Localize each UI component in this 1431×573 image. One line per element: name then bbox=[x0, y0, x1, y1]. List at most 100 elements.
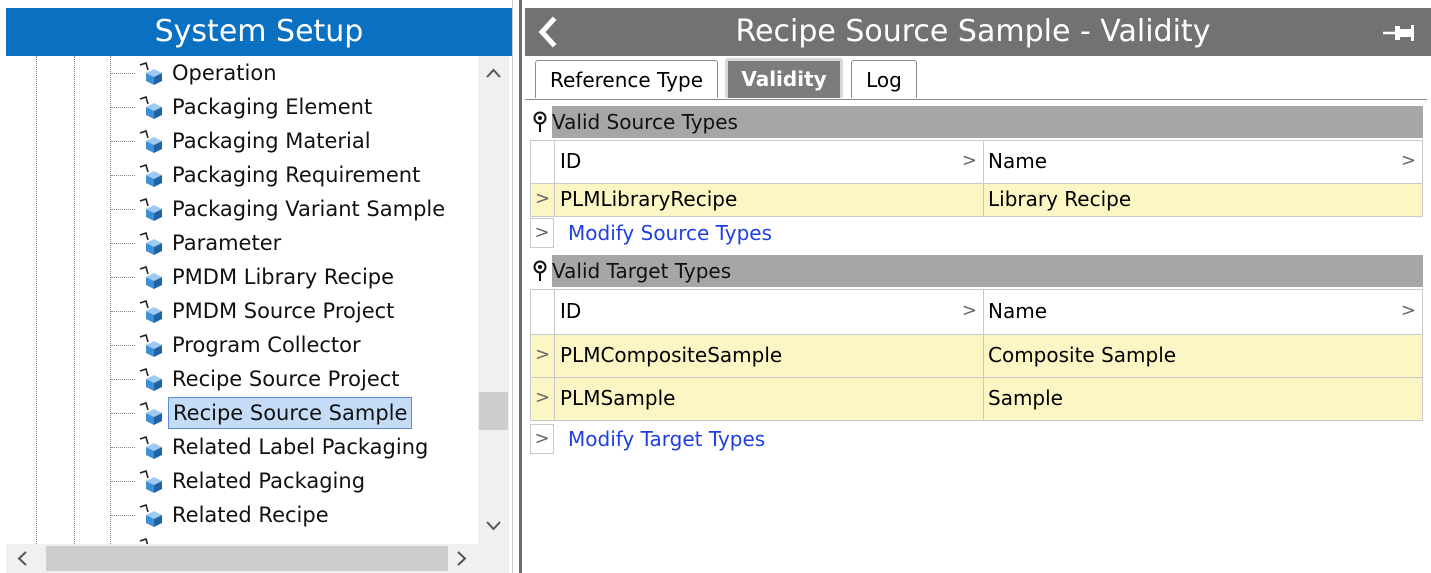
cube-icon bbox=[139, 368, 162, 391]
tree-item[interactable]: PMDM Source Project bbox=[6, 294, 478, 328]
tree-item-label: PMDM Library Recipe bbox=[172, 265, 395, 289]
tree-vertical-scrollbar[interactable] bbox=[478, 56, 509, 544]
column-header-id-label: ID bbox=[560, 299, 582, 323]
tree-connector bbox=[111, 311, 135, 312]
app-root: System Setup Operation Packaging Element… bbox=[0, 0, 1431, 573]
scrollbar-corner bbox=[478, 544, 509, 573]
scroll-right-icon[interactable] bbox=[446, 544, 476, 573]
scroll-up-icon[interactable] bbox=[478, 58, 509, 88]
row-expand-chevron-icon[interactable]: > bbox=[531, 378, 555, 420]
tree-connector bbox=[111, 277, 135, 278]
cell-name: Sample bbox=[988, 386, 1063, 410]
setup-tree[interactable]: Operation Packaging Element Packaging Ma… bbox=[6, 56, 478, 544]
cube-icon bbox=[139, 164, 162, 187]
tree-item-label: Recipe Source Sample bbox=[168, 397, 413, 429]
cube-icon bbox=[139, 232, 162, 255]
target-types-column-header: ID > Name > bbox=[530, 289, 1423, 335]
table-row[interactable]: > PLMSample Sample bbox=[530, 377, 1423, 421]
cube-icon bbox=[139, 470, 162, 493]
tree-item-label: Related Packaging bbox=[172, 469, 366, 493]
tree-item[interactable]: Packaging Material bbox=[6, 124, 478, 158]
pin-icon[interactable] bbox=[1381, 22, 1417, 44]
tree-item[interactable]: Packaging Element bbox=[6, 90, 478, 124]
detail-header: Recipe Source Sample - Validity bbox=[525, 8, 1431, 56]
tree-item[interactable]: Recipe Source Project bbox=[6, 362, 478, 396]
tree-item[interactable]: Program Collector bbox=[6, 328, 478, 362]
cube-icon bbox=[139, 504, 162, 527]
tree-item[interactable]: Related Packaging bbox=[6, 464, 478, 498]
tree-connector bbox=[111, 345, 135, 346]
column-header-name[interactable]: Name > bbox=[985, 141, 1422, 183]
tree-item-partial[interactable] bbox=[6, 532, 478, 544]
tree-item-label: Packaging Variant Sample bbox=[172, 197, 446, 221]
cube-icon bbox=[139, 198, 162, 221]
tree-connector bbox=[111, 515, 135, 516]
row-expand-chevron-icon[interactable]: > bbox=[531, 335, 555, 377]
detail-tabs: Reference Type Validity Log bbox=[525, 58, 1431, 100]
tree-item[interactable]: Operation bbox=[6, 56, 478, 90]
column-header-name-label: Name bbox=[988, 149, 1048, 173]
row-gutter bbox=[531, 141, 555, 183]
tab-validity[interactable]: Validity bbox=[725, 58, 843, 98]
tree-connector bbox=[111, 413, 135, 414]
target-types-title: Valid Target Types bbox=[552, 255, 1423, 287]
chevron-right-icon: > bbox=[961, 150, 977, 171]
tree-item[interactable]: Packaging Variant Sample bbox=[6, 192, 478, 226]
cell-id: PLMLibraryRecipe bbox=[556, 184, 984, 216]
cube-icon bbox=[139, 130, 162, 153]
modify-source-types-link[interactable]: Modify Source Types bbox=[568, 218, 772, 248]
tree-item-label: Packaging Element bbox=[172, 95, 373, 119]
tree-item-label: Related Recipe bbox=[172, 503, 329, 527]
column-header-name-label: Name bbox=[988, 299, 1048, 323]
table-row[interactable]: > PLMCompositeSample Composite Sample bbox=[530, 334, 1423, 378]
cell-name: Composite Sample bbox=[988, 343, 1177, 367]
tree-connector bbox=[111, 175, 135, 176]
column-header-name[interactable]: Name > bbox=[985, 290, 1422, 334]
tab-log[interactable]: Log bbox=[851, 60, 917, 98]
cube-icon bbox=[139, 96, 162, 119]
tree-connector bbox=[111, 73, 135, 74]
cube-icon bbox=[139, 62, 162, 85]
cube-icon bbox=[139, 436, 162, 459]
tree-item-selected[interactable]: Recipe Source Sample bbox=[6, 396, 478, 430]
chevron-right-icon: > bbox=[1400, 300, 1416, 321]
tree-item[interactable]: Related Label Packaging bbox=[6, 430, 478, 464]
cube-icon bbox=[139, 334, 162, 357]
pin-marker-icon[interactable] bbox=[532, 111, 548, 133]
horizontal-scroll-thumb[interactable] bbox=[46, 546, 448, 571]
tree-item[interactable]: PMDM Library Recipe bbox=[6, 260, 478, 294]
tab-reference-type[interactable]: Reference Type bbox=[535, 60, 718, 98]
back-chevron-icon[interactable] bbox=[533, 12, 563, 52]
tree-item[interactable]: Parameter bbox=[6, 226, 478, 260]
modify-target-types-link[interactable]: Modify Target Types bbox=[568, 424, 765, 454]
tree-item-label: Operation bbox=[172, 61, 277, 85]
table-row[interactable]: > PLMLibraryRecipe Library Recipe bbox=[530, 183, 1423, 217]
modify-chevron-icon: > bbox=[530, 424, 554, 454]
source-types-column-header: ID > Name > bbox=[530, 140, 1423, 184]
tree-item-label: Recipe Source Project bbox=[172, 367, 400, 391]
column-header-id[interactable]: ID > bbox=[556, 141, 984, 183]
column-header-id-label: ID bbox=[560, 149, 582, 173]
vertical-scroll-thumb[interactable] bbox=[479, 392, 508, 430]
cube-icon bbox=[139, 300, 162, 323]
detail-panel: Recipe Source Sample - Validity Referenc… bbox=[519, 0, 1431, 573]
column-header-id[interactable]: ID > bbox=[556, 290, 984, 334]
row-expand-chevron-icon[interactable]: > bbox=[531, 184, 555, 216]
tree-item[interactable]: Related Recipe bbox=[6, 498, 478, 532]
pin-marker-icon[interactable] bbox=[532, 260, 548, 282]
chevron-right-icon: > bbox=[1400, 150, 1416, 171]
cell-id: PLMCompositeSample bbox=[556, 335, 984, 377]
tree-connector bbox=[111, 379, 135, 380]
tree-item-label: PMDM Source Project bbox=[172, 299, 395, 323]
tree-item-label: Parameter bbox=[172, 231, 282, 255]
tree-item-label: Related Label Packaging bbox=[172, 435, 429, 459]
tree-item[interactable]: Packaging Requirement bbox=[6, 158, 478, 192]
scroll-left-icon[interactable] bbox=[8, 544, 38, 573]
modify-source-types-row: > Modify Source Types bbox=[530, 218, 772, 248]
cell-name: Library Recipe bbox=[988, 187, 1132, 211]
tree-connector bbox=[111, 447, 135, 448]
scroll-down-icon[interactable] bbox=[478, 510, 509, 540]
source-types-header: Valid Source Types bbox=[530, 106, 1423, 138]
modify-chevron-icon: > bbox=[530, 218, 554, 248]
tree-horizontal-scrollbar[interactable] bbox=[6, 544, 478, 573]
